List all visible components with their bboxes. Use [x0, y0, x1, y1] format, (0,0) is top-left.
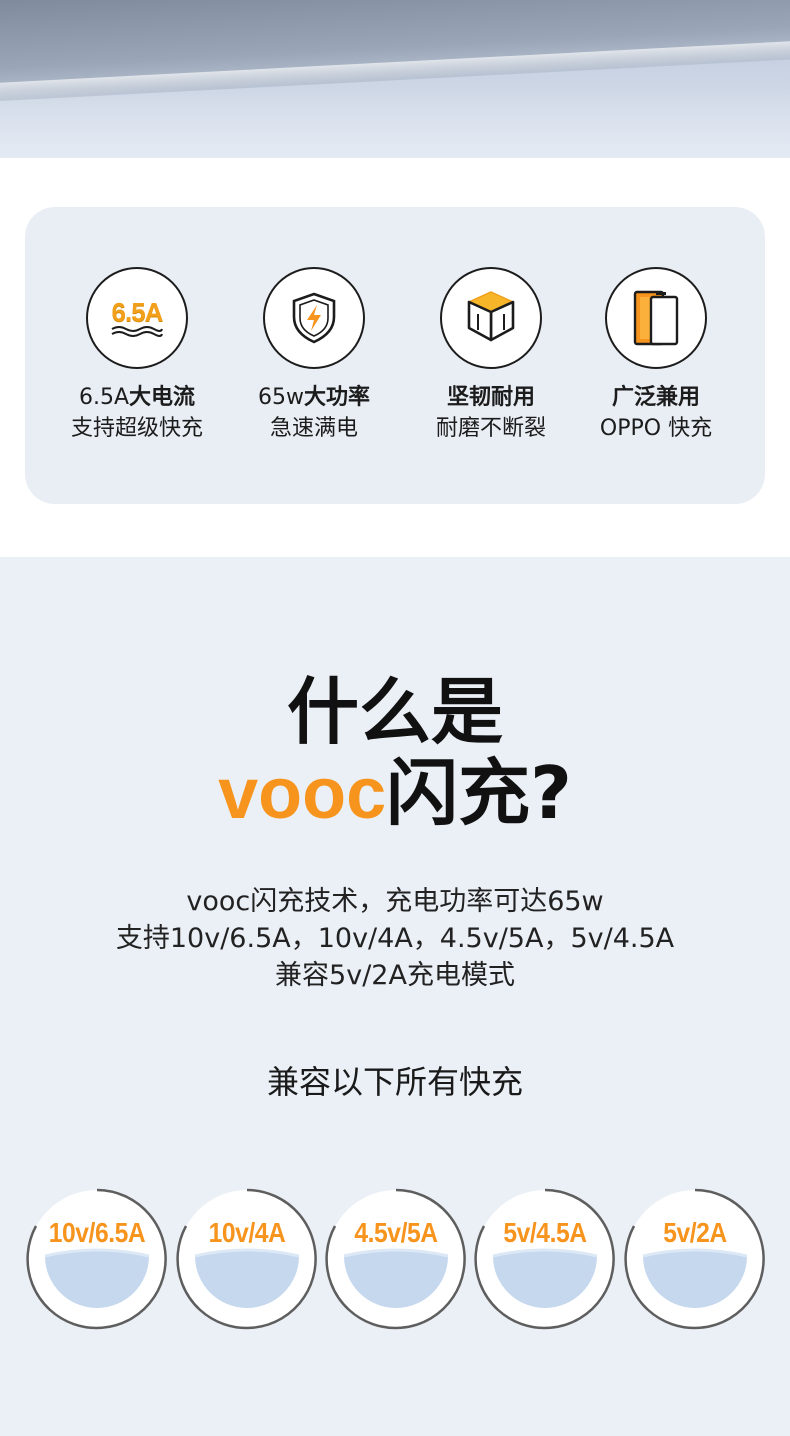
feature-title: 6.5A大电流: [78, 385, 196, 410]
gauge-ring: [325, 1188, 466, 1330]
feature-subtitle: OPPO 快充: [599, 416, 713, 441]
gauge-ring: [474, 1188, 615, 1330]
headline-line2: vooc闪充?: [0, 751, 790, 836]
headline-rest: 闪充?: [386, 751, 572, 835]
feature-compatible: 广泛兼用 OPPO 快充: [566, 267, 746, 444]
cube-icon: [440, 267, 542, 369]
amperage-6-5a-icon: 6.5A: [86, 267, 188, 369]
mode-gauge: 5v/2A: [624, 1188, 766, 1330]
mode-gauge: 5v/4.5A: [474, 1188, 616, 1330]
mode-gauge: 10v/4A: [176, 1188, 318, 1330]
vooc-section: 什么是 vooc闪充? vooc闪充技术，充电功率可达65w 支持10v/6.5…: [0, 557, 790, 1436]
feature-title: 广泛兼用: [611, 385, 700, 410]
feature-title: 坚韧耐用: [446, 385, 535, 410]
headline-line1: 什么是: [286, 670, 503, 754]
mode-value: 4.5v/5A: [354, 1217, 438, 1248]
description-line: 支持10v/6.5A，10v/4A，4.5v/5A，5v/4.5A: [115, 923, 675, 954]
shield-lightning-icon: [263, 267, 365, 369]
mode-value: 5v/4.5A: [503, 1217, 587, 1248]
gauge-ring: [26, 1188, 167, 1330]
mode-value: 5v/2A: [663, 1217, 727, 1248]
gauge-ring: [176, 1188, 317, 1330]
feature-subtitle: 支持超级快充: [70, 416, 203, 441]
feature-subtitle: 耐磨不断裂: [435, 416, 546, 441]
phone-icon: [605, 267, 707, 369]
compat-title: 兼容以下所有快充: [266, 1063, 523, 1101]
headline-accent: vooc: [218, 754, 387, 834]
feature-high-current: 6.5A 6.5A大电流 支持超级快充: [47, 267, 227, 444]
feature-subtitle: 急速满电: [269, 416, 358, 441]
mode-value: 10v/4A: [208, 1217, 286, 1248]
mode-gauge: 10v/6.5A: [26, 1188, 168, 1330]
feature-title: 65w大功率: [257, 385, 370, 410]
feature-card: 6.5A 6.5A大电流 支持超级快充 65w大功率 急速满电 坚韧耐用 耐磨不…: [25, 207, 765, 504]
product-photo: [0, 0, 790, 158]
feature-high-power: 65w大功率 急速满电: [224, 267, 404, 444]
feature-durable: 坚韧耐用 耐磨不断裂: [401, 267, 581, 444]
description-line: vooc闪充技术，充电功率可达65w: [186, 886, 604, 917]
gauge-ring: [624, 1188, 765, 1330]
photo-shade: [0, 88, 790, 158]
description-line: 兼容5v/2A充电模式: [275, 960, 515, 991]
mode-gauge: 4.5v/5A: [325, 1188, 467, 1330]
mode-value: 10v/6.5A: [48, 1217, 146, 1248]
amperage-badge-text: 6.5A: [111, 297, 164, 327]
